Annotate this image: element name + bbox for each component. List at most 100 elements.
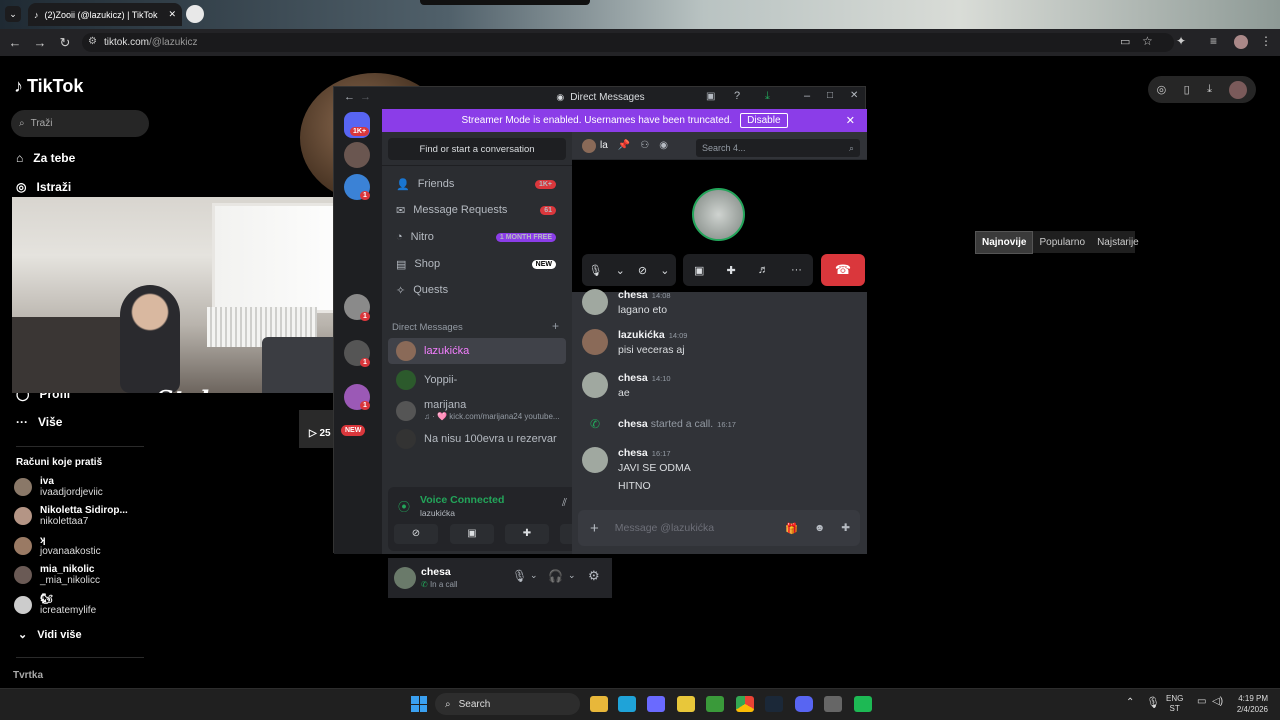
minimize-icon[interactable]: – bbox=[804, 90, 810, 102]
sort-oldest[interactable]: Najstarije bbox=[1091, 232, 1145, 253]
chevron-down-icon[interactable]: ⌄ bbox=[568, 570, 576, 581]
tab-search-icon[interactable]: ≡ bbox=[1210, 34, 1217, 48]
headphones-icon[interactable]: 🎧 bbox=[548, 569, 563, 583]
download-icon[interactable]: ⤓ bbox=[765, 90, 770, 103]
forward-arrow-icon[interactable]: → bbox=[360, 91, 371, 103]
help-icon[interactable]: ? bbox=[734, 90, 740, 102]
quests-item[interactable]: ✧ Quests bbox=[388, 277, 566, 303]
avatar[interactable] bbox=[1229, 80, 1248, 99]
bookmark-star-icon[interactable]: ☆ bbox=[1142, 34, 1153, 48]
profile-avatar[interactable] bbox=[1234, 35, 1248, 49]
chevron-down-icon[interactable]: ⌄ bbox=[530, 570, 538, 581]
minecraft-icon[interactable] bbox=[706, 696, 724, 712]
search-input[interactable]: ⌕ Traži bbox=[11, 110, 149, 137]
back-arrow-icon[interactable]: ← bbox=[5, 35, 25, 50]
tiktok-logo[interactable]: ♪ TikTok bbox=[14, 76, 83, 97]
server-icon[interactable] bbox=[344, 142, 370, 168]
nav-for-you[interactable]: ⌂ Za tebe bbox=[16, 151, 75, 165]
dm-item-active[interactable]: lazukićka bbox=[388, 338, 566, 364]
chevron-down-icon[interactable]: ⌄ bbox=[660, 264, 669, 277]
download-icon[interactable]: ⤓ bbox=[1207, 83, 1212, 96]
menu-dots-icon[interactable]: ⋮ bbox=[1260, 34, 1272, 48]
screen-share-button[interactable]: ▣ bbox=[450, 524, 494, 544]
edge-icon[interactable] bbox=[618, 696, 636, 712]
maximize-icon[interactable]: □ bbox=[827, 90, 833, 101]
new-tab-button[interactable] bbox=[186, 5, 204, 23]
taskbar-search[interactable]: ⌕ Search bbox=[435, 693, 580, 715]
store-icon[interactable] bbox=[647, 696, 665, 712]
more-dots-icon[interactable]: ··· bbox=[791, 264, 802, 276]
windows-start-icon[interactable] bbox=[411, 696, 427, 712]
sort-popular[interactable]: Popularno bbox=[1033, 232, 1091, 253]
url-field[interactable]: tiktok.com/@lazukicz bbox=[82, 33, 1174, 52]
file-explorer-icon[interactable] bbox=[590, 696, 608, 712]
profile-icon[interactable]: ◉ bbox=[659, 140, 668, 151]
close-tab-icon[interactable]: ✕ bbox=[168, 9, 176, 20]
hang-up-button[interactable]: ☎ bbox=[821, 254, 865, 286]
gift-icon[interactable]: 🎁 bbox=[785, 522, 798, 535]
activities-icon[interactable]: ✚ bbox=[727, 264, 736, 277]
nitro-item[interactable]: ◔ Nitro 1 MONTH FREE bbox=[388, 224, 566, 250]
emoji-icon[interactable]: ☻ bbox=[814, 522, 825, 534]
steam-icon[interactable] bbox=[765, 696, 783, 712]
microphone-icon[interactable]: 🎙 bbox=[589, 264, 603, 277]
following-account[interactable]: mia_nikolic _mia_nikolicc bbox=[14, 564, 100, 586]
back-arrow-icon[interactable]: ← bbox=[344, 91, 355, 103]
activities-button[interactable]: ✚ bbox=[505, 524, 549, 544]
avatar[interactable] bbox=[394, 567, 416, 589]
chat-search-input[interactable]: Search 4... ⌕ bbox=[696, 139, 860, 157]
forward-arrow-icon[interactable]: → bbox=[30, 35, 50, 50]
install-app-icon[interactable]: ▭ bbox=[1120, 35, 1130, 48]
phone-icon[interactable]: ▯ bbox=[1184, 83, 1190, 96]
settings-gear-icon[interactable]: ⚙ bbox=[588, 568, 600, 584]
discord-icon[interactable] bbox=[795, 696, 813, 712]
sort-newest[interactable]: Najnovije bbox=[975, 230, 1034, 254]
soundboard-icon[interactable]: ♬ bbox=[758, 264, 769, 276]
disable-button[interactable]: Disable bbox=[740, 113, 788, 128]
message-input[interactable]: + Message @lazukićka 🎁 ☻ ✚ bbox=[578, 510, 860, 546]
site-info-icon[interactable]: ⚙ bbox=[88, 36, 97, 47]
dm-item[interactable]: marijana ♫ · 🩷 kick.com/marijana24 youtub… bbox=[388, 396, 566, 426]
dm-item[interactable]: Yoppii- bbox=[388, 367, 566, 393]
shop-item[interactable]: ▤ Shop NEW bbox=[388, 251, 566, 277]
language-indicator[interactable]: ENG ST bbox=[1166, 694, 1183, 714]
reload-icon[interactable]: ↻ bbox=[55, 35, 75, 51]
new-badge[interactable]: NEW bbox=[341, 425, 366, 436]
app-icon[interactable] bbox=[677, 696, 695, 712]
microphone-icon[interactable]: 🎙 bbox=[512, 569, 527, 583]
tab-search-button[interactable]: ⌄ bbox=[5, 6, 21, 22]
add-attachment-icon[interactable]: + bbox=[590, 520, 599, 537]
following-account[interactable]: 🐿 icreatemylife bbox=[14, 594, 96, 616]
dm-item[interactable]: Na nisu 100evra u rezervar bbox=[388, 426, 566, 452]
clock[interactable]: 4:19 PM 2/4/2026 bbox=[1226, 693, 1268, 715]
close-icon[interactable]: ✕ bbox=[846, 114, 855, 127]
pin-icon[interactable]: 📌 bbox=[618, 140, 630, 151]
nav-more[interactable]: ··· Više bbox=[16, 415, 62, 429]
camera-off-icon[interactable]: ⊘ bbox=[638, 264, 647, 277]
noise-suppression-icon[interactable]: ⫽ bbox=[562, 497, 567, 510]
browser-tab[interactable]: ♪ (2)Zooii (@lazukicz) | TikTok ✕ bbox=[28, 3, 182, 26]
volume-icon[interactable]: ◁) bbox=[1212, 696, 1223, 707]
compass-icon[interactable]: ◎ bbox=[1157, 83, 1167, 96]
extensions-icon[interactable]: ✦ bbox=[1176, 34, 1186, 48]
find-conversation-button[interactable]: Find or start a conversation bbox=[388, 138, 566, 160]
chevron-up-icon[interactable]: ⌃ bbox=[1126, 697, 1134, 708]
add-friend-icon[interactable]: ⚇ bbox=[640, 140, 649, 151]
footer-company[interactable]: Tvrtka bbox=[13, 670, 43, 681]
friends-item[interactable]: 👤 Friends 1K+ bbox=[388, 171, 566, 197]
camera-off-button[interactable]: ⊘ bbox=[394, 524, 438, 544]
microphone-icon[interactable]: 🎙 bbox=[1146, 696, 1160, 709]
following-account[interactable]: ʞ jovanaakostic bbox=[14, 535, 101, 557]
add-dm-icon[interactable]: + bbox=[552, 319, 559, 333]
apps-icon[interactable]: ✚ bbox=[841, 522, 850, 534]
screen-share-icon[interactable]: ▣ bbox=[694, 264, 704, 277]
nav-explore[interactable]: ◎ Istraži bbox=[16, 180, 71, 194]
chevron-down-icon[interactable]: ⌄ bbox=[616, 264, 625, 277]
message-requests-item[interactable]: ✉ Message Requests 61 bbox=[388, 197, 566, 223]
see-more-button[interactable]: ⌄ Vidi više bbox=[18, 628, 82, 642]
close-icon[interactable]: ✕ bbox=[850, 90, 858, 101]
inbox-icon[interactable]: ▣ bbox=[706, 91, 715, 102]
network-icon[interactable]: ▭ bbox=[1197, 696, 1206, 707]
following-account[interactable]: iva ivaadjordjeviic bbox=[14, 476, 103, 498]
app-icon[interactable] bbox=[824, 696, 842, 712]
